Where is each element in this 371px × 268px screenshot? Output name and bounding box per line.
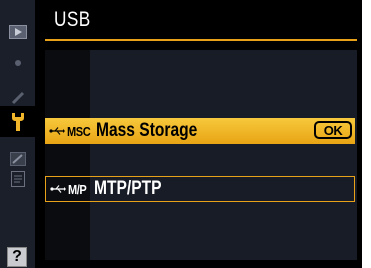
option-mass-storage[interactable]: MSC Mass Storage OK xyxy=(45,118,355,144)
menu-tab-column: ? xyxy=(0,0,35,268)
wrench-icon xyxy=(11,112,24,131)
ok-badge: OK xyxy=(314,121,352,139)
pencil-icon xyxy=(11,91,24,104)
option-label: Mass Storage xyxy=(96,120,198,141)
tab-setup[interactable] xyxy=(0,106,35,137)
usb-icon xyxy=(50,185,66,193)
camera-menu-screen: ? USB MSC Mass Storage OK M/P MTP/PTP xyxy=(0,0,362,268)
usb-icon xyxy=(49,127,65,135)
tab-recent-settings[interactable] xyxy=(0,163,35,194)
recent-settings-icon xyxy=(10,170,25,187)
mode-tag-mp: M/P xyxy=(68,181,87,197)
tab-playback[interactable] xyxy=(0,16,35,47)
panel-body xyxy=(90,50,357,260)
page-title: USB xyxy=(54,8,91,31)
mode-tag-msc: MSC xyxy=(67,123,91,139)
option-mtp-ptp[interactable]: M/P MTP/PTP xyxy=(45,176,355,202)
option-label: MTP/PTP xyxy=(93,178,162,199)
tab-shooting[interactable] xyxy=(0,47,35,78)
panel-gutter xyxy=(45,50,90,260)
header-divider xyxy=(45,39,357,41)
help-button[interactable]: ? xyxy=(7,247,27,267)
camera-icon xyxy=(14,59,21,66)
options-panel: MSC Mass Storage OK M/P MTP/PTP xyxy=(45,50,357,260)
playback-icon xyxy=(8,24,27,39)
